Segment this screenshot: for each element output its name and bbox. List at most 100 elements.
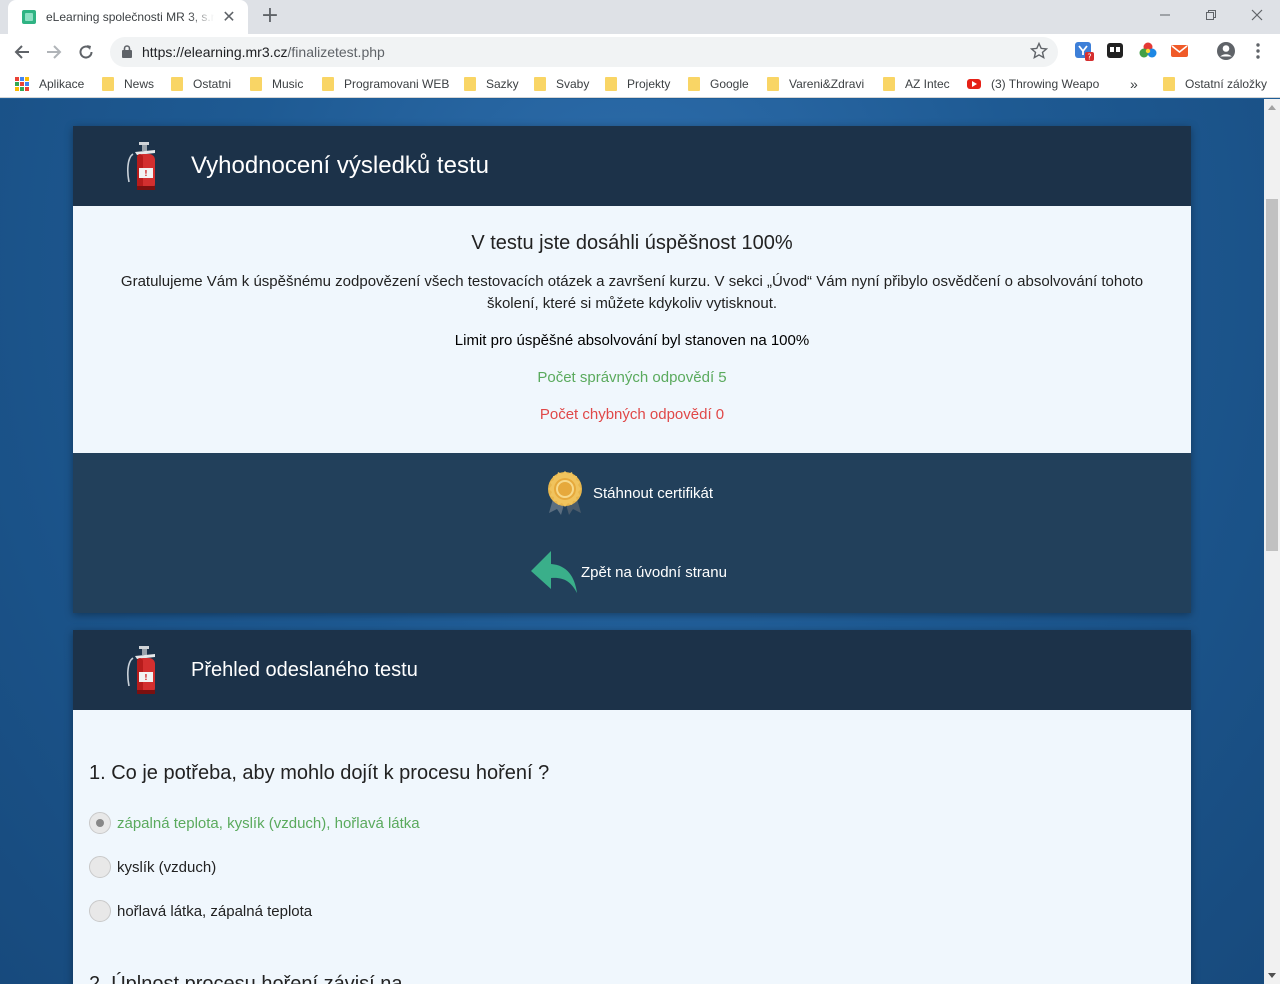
scrollbar-thumb[interactable] — [1266, 199, 1278, 551]
bookmark-label: Projekty — [627, 77, 671, 91]
answer-option[interactable]: kyslík (vzduch) — [89, 845, 1175, 889]
folder-icon — [767, 77, 779, 91]
results-header: ! Vyhodnocení výsledků testu — [73, 126, 1191, 206]
url-text: https://elearning.mr3.cz/finalizetest.ph… — [142, 44, 385, 60]
folder-icon — [102, 77, 114, 91]
radio-button[interactable] — [89, 856, 111, 878]
bookmark-music[interactable]: Music — [250, 75, 303, 93]
minimize-icon — [1160, 14, 1170, 16]
new-tab-button[interactable]: + — [258, 5, 282, 29]
reload-button[interactable] — [72, 38, 100, 66]
svg-text:?: ? — [1087, 53, 1091, 62]
bookmark-throwing-weapons[interactable]: (3) Throwing Weapo — [967, 75, 1099, 93]
bookmark-label: Sazky — [486, 77, 519, 91]
bookmark-other-bookmarks[interactable]: Ostatní záložky — [1163, 75, 1267, 93]
back-button[interactable] — [8, 38, 36, 66]
restore-icon — [1206, 10, 1216, 20]
page-scrollbar[interactable] — [1264, 99, 1280, 984]
star-icon[interactable] — [1030, 42, 1048, 60]
address-bar[interactable]: https://elearning.mr3.cz/finalizetest.ph… — [110, 37, 1058, 67]
bookmark-google[interactable]: Google — [688, 75, 749, 93]
bookmark-sazky[interactable]: Sazky — [464, 75, 519, 93]
answer-label: zápalná teplota, kyslík (vzduch), hořlav… — [117, 814, 420, 832]
back-to-home-button[interactable]: Zpět na úvodní stranu — [529, 549, 727, 595]
correct-count: Počet správných odpovědí 5 — [537, 369, 727, 386]
forward-button[interactable] — [40, 38, 68, 66]
menu-dots-icon[interactable] — [1250, 41, 1270, 61]
bookmark-programovani-web[interactable]: Programovani WEB — [322, 75, 449, 93]
tab-title: eLearning společnosti MR 3, s.r.o. — [46, 10, 214, 24]
tab-close-icon[interactable]: ✕ — [220, 9, 238, 25]
answer-label: kyslík (vzduch) — [117, 858, 217, 876]
arrow-left-icon — [14, 45, 29, 59]
youtube-icon — [967, 79, 981, 89]
folder-icon — [688, 77, 700, 91]
radio-button[interactable] — [89, 812, 111, 834]
bookmark-label: Programovani WEB — [344, 77, 450, 91]
bookmark-label: Aplikace — [39, 77, 85, 91]
restore-button[interactable] — [1188, 0, 1234, 30]
bookmark-news[interactable]: News — [102, 75, 154, 93]
question-1: 1. Co je potřeba, aby mohlo dojít k proc… — [89, 762, 550, 784]
download-certificate-button[interactable]: Stáhnout certifikát — [545, 469, 713, 517]
review-header: ! Přehled odeslaného testu — [73, 630, 1191, 710]
extension-color-icon[interactable] — [1138, 41, 1158, 61]
scroll-down-arrow-icon[interactable] — [1264, 968, 1280, 984]
fire-extinguisher-icon: ! — [127, 646, 155, 694]
extension-tab-manager-icon[interactable] — [1106, 41, 1126, 61]
folder-icon — [171, 77, 183, 91]
radio-button[interactable] — [89, 900, 111, 922]
apps-grid-icon — [15, 77, 29, 91]
bookmark-label: (3) Throwing Weapo — [991, 77, 1100, 91]
folder-icon — [464, 77, 476, 91]
answer-label: hořlavá látka, zápalná teplota — [117, 902, 313, 920]
lock-icon — [122, 45, 132, 58]
review-title: Přehled odeslaného testu — [191, 658, 418, 681]
browser-toolbar: https://elearning.mr3.cz/finalizetest.ph… — [0, 34, 1280, 70]
tab-strip: eLearning společnosti MR 3, s.r.o. ✕ + — [0, 0, 1280, 34]
review-body: 1. Co je potřeba, aby mohlo dojít k proc… — [73, 710, 1191, 984]
profile-icon[interactable] — [1216, 41, 1236, 61]
bookmarks-overflow-button[interactable]: » — [1130, 75, 1138, 93]
results-actions: Stáhnout certifikát Zpět na úvodní stran… — [73, 453, 1191, 613]
window-controls — [1142, 0, 1280, 30]
answer-option[interactable]: hořlavá látka, zápalná teplota — [89, 889, 1175, 933]
url-path: /finalizetest.php — [287, 44, 385, 60]
svg-text:!: ! — [144, 673, 148, 682]
results-title: Vyhodnocení výsledků testu — [191, 152, 489, 179]
browser-tab[interactable]: eLearning společnosti MR 3, s.r.o. ✕ — [8, 0, 248, 34]
bookmarks-bar: Aplikace News Ostatni Music Programovani… — [0, 70, 1280, 98]
extension-mail-icon[interactable] — [1170, 41, 1190, 61]
bookmark-apps[interactable]: Aplikace — [15, 75, 84, 93]
close-icon — [1251, 9, 1263, 21]
bookmark-label: Svaby — [556, 77, 590, 91]
results-card: ! Vyhodnocení výsledků testu V testu jst… — [73, 126, 1191, 613]
close-window-button[interactable] — [1234, 0, 1280, 30]
bookmark-ostatni[interactable]: Ostatni — [171, 75, 231, 93]
extension-translate-icon[interactable]: ? — [1074, 41, 1094, 62]
download-certificate-label: Stáhnout certifikát — [593, 484, 714, 502]
bookmark-label: Google — [710, 77, 749, 91]
minimize-button[interactable] — [1142, 0, 1188, 30]
bookmark-label: AZ Intec — [905, 77, 950, 91]
bookmark-vareni-zdravi[interactable]: Vareni&Zdravi — [767, 75, 864, 93]
bookmark-svaby[interactable]: Svaby — [534, 75, 589, 93]
results-body: V testu jste dosáhli úspěšnost 100% Grat… — [73, 206, 1191, 453]
bookmark-label: News — [124, 77, 155, 91]
bookmark-projekty[interactable]: Projekty — [605, 75, 670, 93]
bookmark-az-intec[interactable]: AZ Intec — [883, 75, 950, 93]
reload-icon — [79, 45, 93, 59]
bookmark-label: Ostatní záložky — [1185, 77, 1268, 91]
bookmark-label: Ostatni — [193, 77, 232, 91]
site-favicon-icon — [22, 10, 36, 24]
back-arrow-icon — [531, 551, 577, 593]
score-title: V testu jste dosáhli úspěšnost 100% — [471, 232, 793, 254]
folder-icon — [534, 77, 546, 91]
question-2: 2. Úplnost procesu hoření závisí na ... — [89, 973, 425, 984]
bookmark-label: Music — [272, 77, 304, 91]
answer-option[interactable]: zápalná teplota, kyslík (vzduch), hořlav… — [89, 801, 1175, 845]
url-host: https://elearning.mr3.cz — [142, 44, 288, 60]
scroll-up-arrow-icon[interactable] — [1264, 99, 1280, 115]
folder-icon — [250, 77, 262, 91]
page-content: ! Vyhodnocení výsledků testu V testu jst… — [0, 99, 1264, 984]
